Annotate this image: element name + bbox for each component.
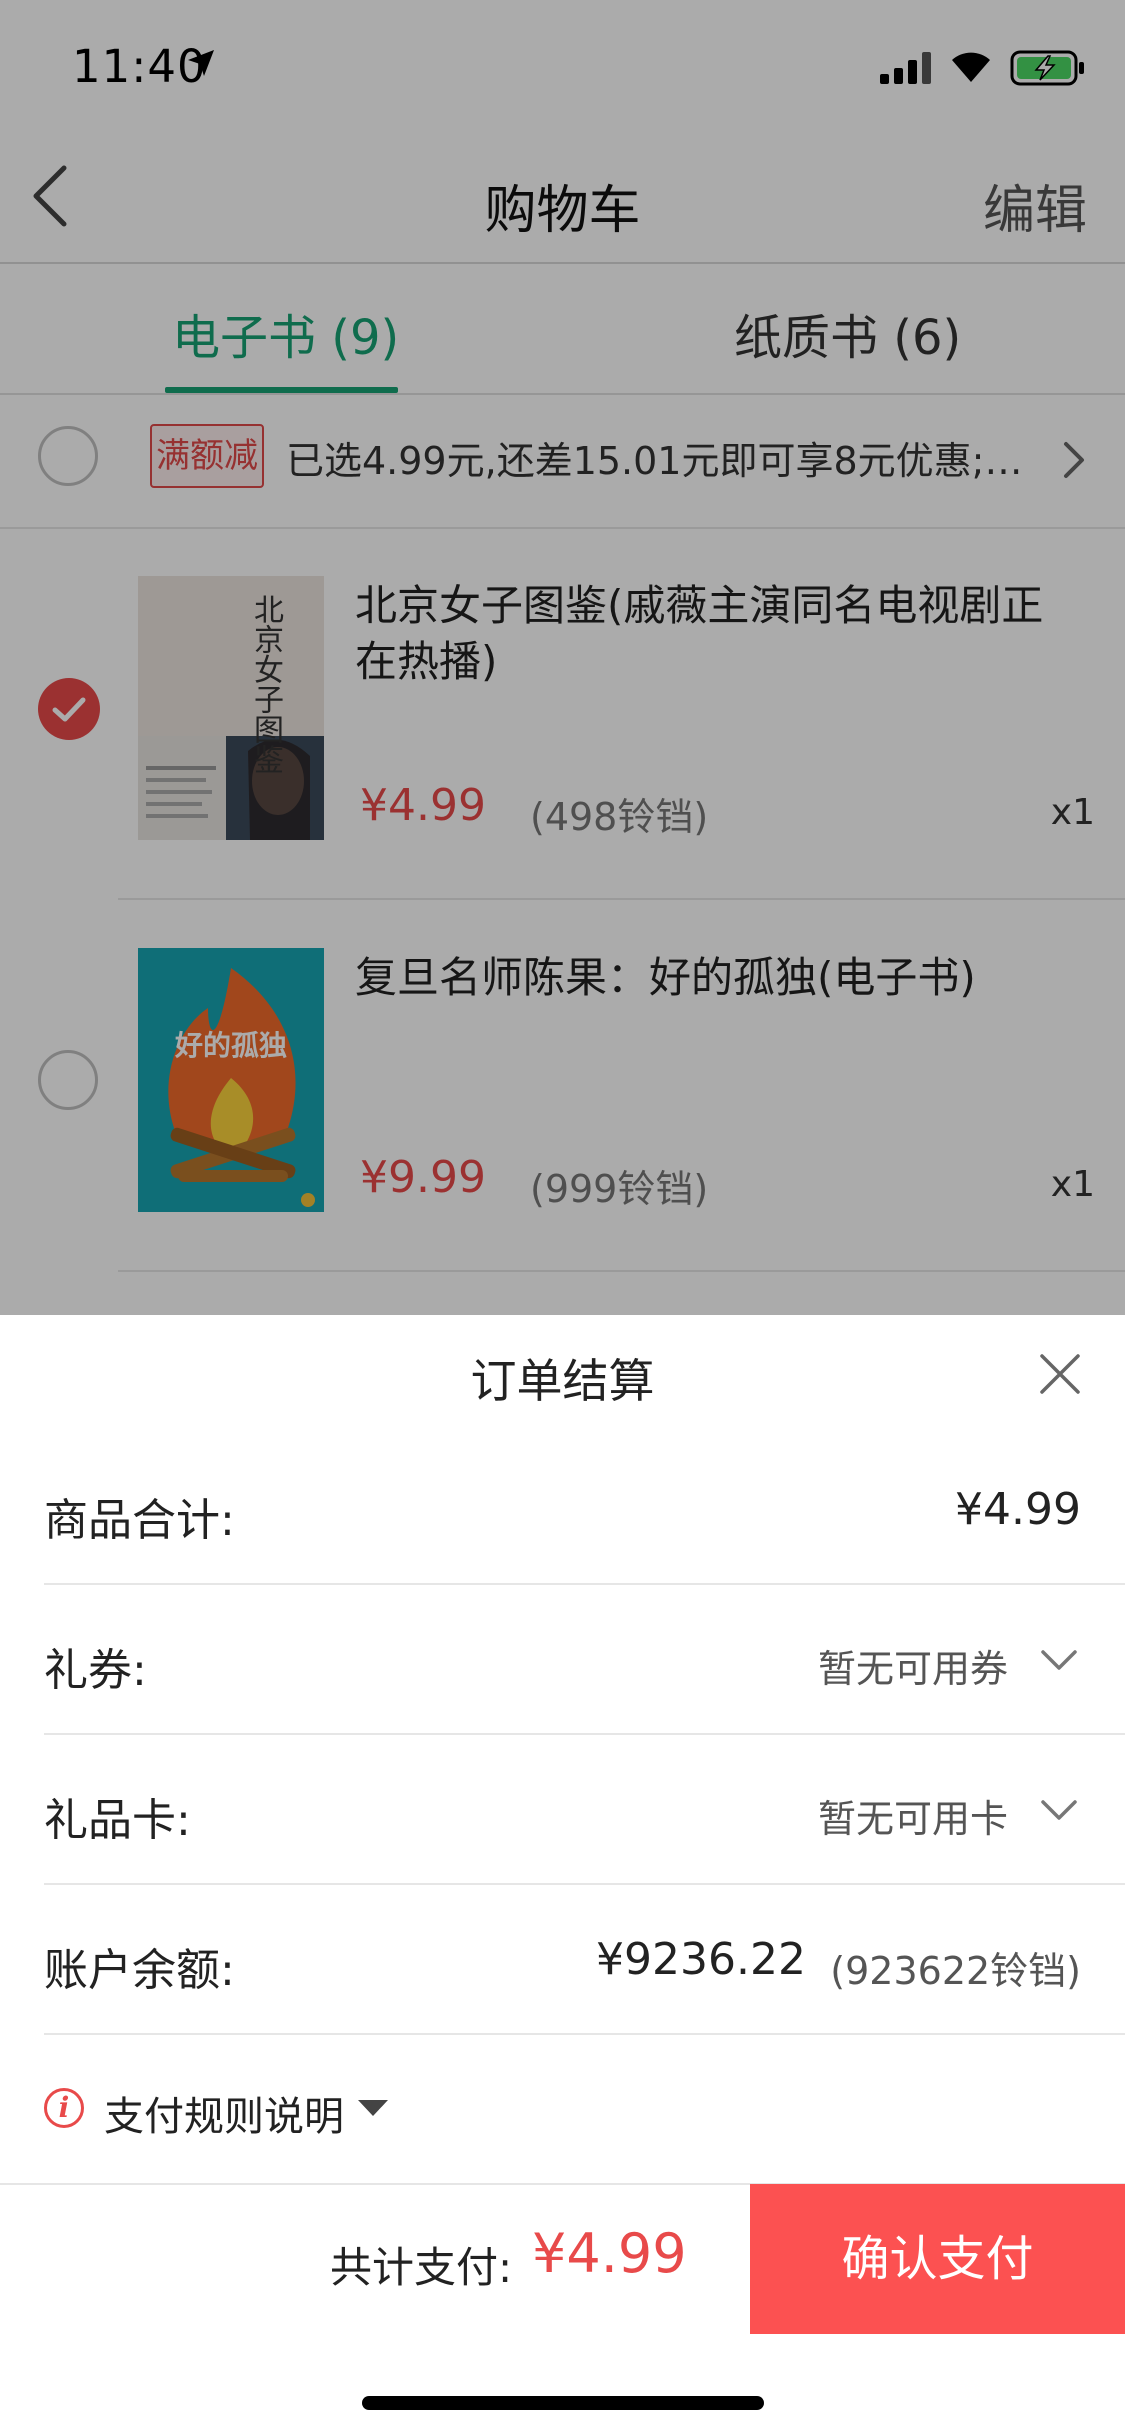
balance-label: 账户余额: [44, 1945, 235, 1996]
confirm-payment-button[interactable]: 确认支付 [750, 2184, 1125, 2334]
row-divider [44, 2033, 1125, 2035]
row-divider [44, 1883, 1125, 1885]
total-label: 共计支付: [330, 2243, 513, 2292]
sheet-title: 订单结算 [470, 1354, 655, 1408]
total-amount: ¥4.99 [532, 2222, 687, 2285]
subtotal-value: ¥4.99 [955, 1484, 1081, 1535]
caret-down-icon[interactable] [358, 2100, 388, 2116]
coupon-label: 礼券: [44, 1645, 147, 1696]
info-icon[interactable]: i [44, 2088, 84, 2128]
chevron-down-icon[interactable] [1040, 1648, 1078, 1672]
chevron-down-icon[interactable] [1040, 1798, 1078, 1822]
home-indicator[interactable] [362, 2396, 764, 2410]
modal-backdrop[interactable] [0, 0, 1125, 1315]
row-divider [44, 1733, 1125, 1735]
balance-value: ¥9236.22 [596, 1934, 806, 1985]
giftcard-value[interactable]: 暂无可用卡 [818, 1788, 1008, 1843]
giftcard-label: 礼品卡: [44, 1795, 191, 1846]
close-icon[interactable] [1038, 1352, 1082, 1396]
coupon-value[interactable]: 暂无可用券 [818, 1638, 1008, 1693]
subtotal-label: 商品合计: [44, 1495, 235, 1546]
balance-points: (923622铃铛) [830, 1949, 1081, 1993]
row-divider [44, 1583, 1125, 1585]
payment-rules-link[interactable]: 支付规则说明 [104, 2084, 344, 2142]
